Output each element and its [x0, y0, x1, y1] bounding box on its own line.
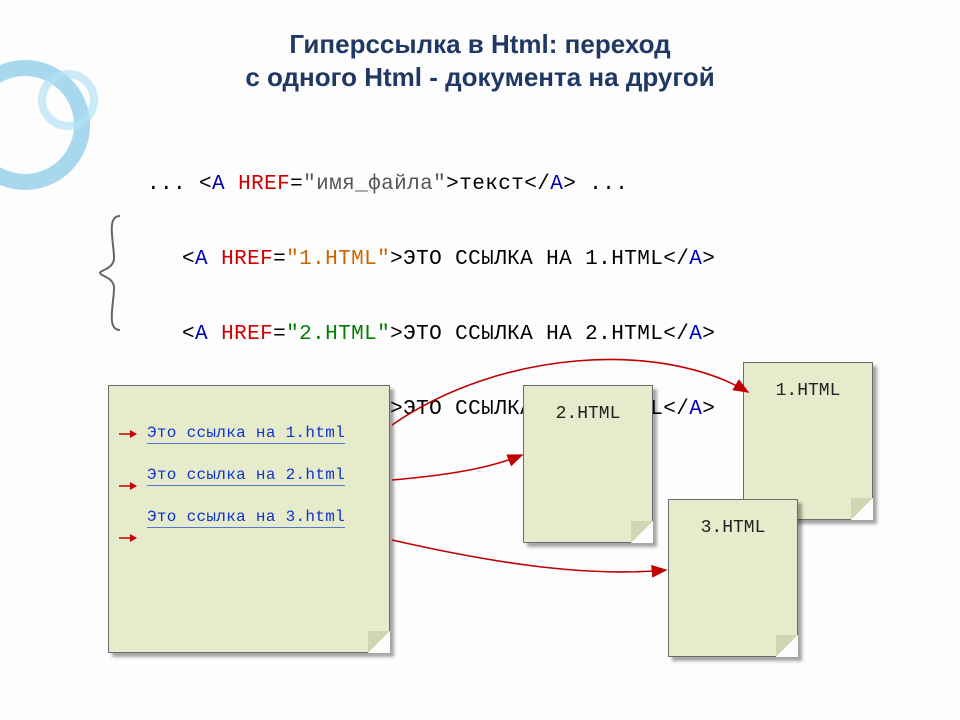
target-doc-1: 1.HTML [743, 362, 873, 520]
doc-label-2: 2.HTML [524, 404, 652, 424]
link-3[interactable]: Это ссылка на 3.html [147, 508, 345, 528]
title-line-2: с одного Html - документа на другой [0, 61, 960, 94]
tag-a-close: A [550, 173, 563, 196]
link-text-placeholder: текст [459, 173, 524, 196]
target-doc-3: 3.HTML [668, 499, 798, 657]
link-1[interactable]: Это ссылка на 1.html [147, 424, 345, 444]
source-document: Это ссылка на 1.html Это ссылка на 2.htm… [108, 385, 390, 653]
example-row-1: <A HREF="1.HTML">Это ссылка на 1.HTML</A… [130, 225, 715, 294]
example-row-2: <A HREF="2.HTML">Это ссылка на 2.HTML</A… [130, 300, 715, 369]
href-keyword: HREF [238, 173, 290, 196]
target-doc-2: 2.HTML [523, 385, 653, 543]
doc-label-3: 3.HTML [669, 518, 797, 538]
page-title: Гиперссылка в Html: переход с одного Htm… [0, 28, 960, 93]
ellipsis-prefix: ... [147, 173, 186, 196]
syntax-line: ... <A HREF="имя_файла">текст</A> ... [95, 150, 628, 223]
link-2[interactable]: Это ссылка на 2.html [147, 466, 345, 486]
title-line-1: Гиперссылка в Html: переход [0, 28, 960, 61]
ellipsis-suffix: ... [589, 173, 628, 196]
href-placeholder: имя_файла [316, 173, 433, 196]
doc-label-1: 1.HTML [744, 381, 872, 401]
tag-a-open: A [212, 173, 225, 196]
curly-brace-icon [96, 214, 128, 332]
